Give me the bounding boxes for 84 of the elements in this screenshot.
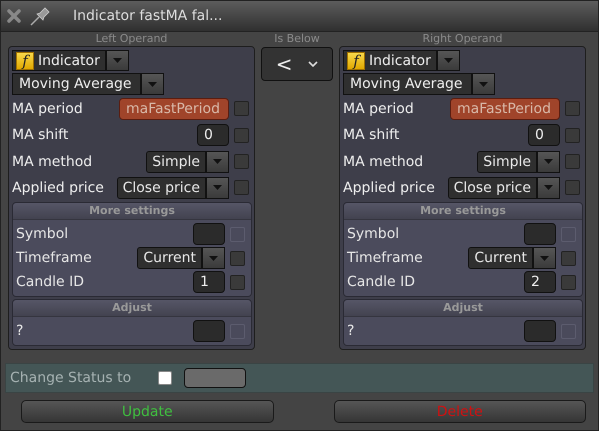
param-label: Candle ID: [347, 274, 416, 290]
param-label: MA shift: [12, 127, 70, 144]
function-icon: f: [347, 52, 365, 70]
column-heading: Is Below: [274, 32, 320, 46]
param-label: MA shift: [343, 127, 400, 144]
status-field[interactable]: [184, 368, 246, 388]
dropdown-button[interactable]: [206, 176, 229, 199]
checkbox[interactable]: [565, 180, 580, 196]
param-label: MA period: [12, 100, 84, 117]
section-header: Adjust: [344, 300, 582, 318]
select-field[interactable]: Simple: [477, 150, 537, 173]
type-select[interactable]: f Indicator: [343, 50, 437, 72]
type-select[interactable]: f Indicator: [12, 50, 106, 72]
select-field[interactable]: Close price: [448, 176, 537, 199]
close-icon[interactable]: [7, 9, 21, 23]
dropdown-button[interactable]: [537, 150, 560, 173]
input-field[interactable]: [524, 223, 556, 246]
caret-icon: [213, 159, 222, 164]
param-label: Timeframe: [16, 250, 93, 266]
param-label: Symbol: [347, 226, 400, 242]
caret-icon: [478, 82, 488, 87]
param-label: MA method: [343, 154, 424, 170]
checkbox[interactable]: [230, 250, 245, 266]
param-label: Timeframe: [347, 250, 424, 266]
pin-icon[interactable]: [29, 6, 51, 26]
section-header: More settings: [344, 203, 582, 220]
input-field[interactable]: [193, 320, 225, 342]
chevron-down-icon: [308, 61, 318, 67]
dropdown-button[interactable]: [533, 247, 556, 270]
checkbox[interactable]: [234, 128, 249, 143]
caret-icon: [444, 58, 453, 64]
caret-icon: [544, 159, 553, 164]
param-label: Applied price: [343, 180, 436, 196]
select-field[interactable]: Current: [468, 247, 533, 270]
checkbox[interactable]: [561, 250, 576, 266]
checkbox[interactable]: [234, 101, 249, 116]
caret-icon: [544, 185, 553, 190]
caret-icon: [540, 256, 549, 261]
input-field[interactable]: [524, 320, 556, 342]
input-field[interactable]: [193, 223, 225, 246]
param-label: Applied price: [12, 180, 105, 196]
checkbox[interactable]: [230, 274, 245, 290]
checkbox[interactable]: [234, 180, 249, 196]
dropdown-button[interactable]: [202, 247, 225, 270]
number-field[interactable]: 2: [524, 271, 556, 294]
operator-select[interactable]: <: [261, 47, 333, 81]
number-field[interactable]: 0: [528, 124, 560, 146]
select-field[interactable]: Current: [137, 247, 202, 270]
window-title: Indicator fastMA fal...: [73, 8, 222, 24]
checkbox[interactable]: [561, 274, 576, 290]
param-label: MA method: [12, 154, 94, 170]
checkbox[interactable]: [565, 101, 580, 116]
select-field[interactable]: Simple: [146, 150, 206, 173]
dropdown-button[interactable]: [472, 73, 495, 95]
update-button[interactable]: Update: [21, 400, 274, 423]
select-field[interactable]: Close price: [116, 176, 206, 199]
param-label: ?: [16, 323, 24, 340]
checkbox[interactable]: [234, 154, 249, 170]
param-label: ?: [347, 323, 356, 340]
caret-icon: [148, 82, 157, 87]
dropdown-button[interactable]: [537, 176, 560, 199]
param-label: MA period: [343, 100, 415, 117]
number-field[interactable]: 1: [193, 271, 225, 294]
caret-icon: [112, 58, 122, 64]
section-header: More settings: [13, 203, 251, 220]
status-label: Change Status to: [10, 370, 132, 386]
dropdown-button[interactable]: [206, 150, 229, 173]
param-label: Candle ID: [16, 274, 85, 290]
param-label: Symbol: [16, 226, 70, 242]
indicator-select[interactable]: Moving Average: [343, 73, 472, 95]
checkbox[interactable]: [158, 371, 172, 385]
checkbox[interactable]: [565, 128, 580, 143]
function-icon: f: [16, 52, 34, 70]
checkbox[interactable]: [565, 154, 580, 170]
caret-icon: [209, 256, 218, 261]
number-field[interactable]: 0: [197, 124, 229, 146]
caret-icon: [213, 185, 222, 190]
indicator-select[interactable]: Moving Average: [12, 73, 141, 95]
dropdown-button[interactable]: [106, 50, 129, 72]
column-heading: Right Operand: [422, 32, 503, 46]
dropdown-button[interactable]: [436, 50, 460, 72]
section-header: Adjust: [13, 300, 251, 318]
dropdown-button[interactable]: [140, 73, 164, 95]
column-heading: Left Operand: [96, 32, 168, 46]
